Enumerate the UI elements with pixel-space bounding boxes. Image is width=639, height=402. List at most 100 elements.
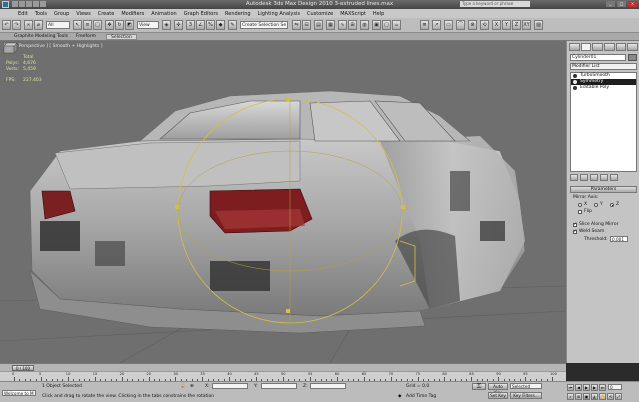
- pivot-icon[interactable]: ◈: [162, 20, 171, 30]
- object-color-swatch[interactable]: [628, 54, 637, 61]
- modifier-list-dropdown[interactable]: Modifier List: [570, 63, 637, 70]
- zoom-all-icon[interactable]: ⊞: [575, 393, 582, 400]
- menu-animation[interactable]: Animation: [151, 11, 177, 17]
- track-bar[interactable]: 0 5 10 15 20 25 30 35 40 45 50 55 60 65 70 75 80 85 90 95 10…: [0, 371, 566, 381]
- key-filters-button[interactable]: Key Filters...: [510, 392, 542, 399]
- close-button[interactable]: ×: [628, 1, 637, 7]
- align-icon[interactable]: ⊟: [302, 20, 311, 30]
- spinner-snap-icon[interactable]: ◆: [216, 20, 225, 30]
- snap-icon[interactable]: 3: [186, 20, 195, 30]
- auto-key-button[interactable]: Auto Key: [488, 383, 508, 395]
- create-tab-icon[interactable]: [569, 43, 580, 51]
- perspective-viewport[interactable]: [ + ] [ Perspective ] [ Smooth + Highlig…: [0, 41, 566, 363]
- z-coordinate-field[interactable]: [310, 383, 346, 389]
- axis-x-icon[interactable]: X: [492, 20, 501, 30]
- percent-snap-icon[interactable]: %: [206, 20, 215, 30]
- lightbulb-icon[interactable]: [573, 74, 577, 78]
- go-to-end-icon[interactable]: ⏭: [599, 384, 606, 391]
- axis-z-radio[interactable]: [610, 203, 614, 207]
- time-tag-icon[interactable]: ◆: [398, 394, 401, 399]
- set-key-button[interactable]: Set Key: [488, 392, 508, 399]
- coord-mode-icon[interactable]: ⊕: [190, 384, 194, 389]
- schematic-icon[interactable]: ⊞: [348, 20, 357, 30]
- slice-along-mirror-checkbox[interactable]: [573, 222, 577, 227]
- flip-checkbox[interactable]: [578, 210, 582, 214]
- maxscript-listener[interactable]: Welcome to M: [2, 390, 36, 396]
- make-unique-icon[interactable]: [590, 174, 598, 181]
- object-name-field[interactable]: Cylinder01: [570, 54, 626, 61]
- graphite-icon[interactable]: ▦: [326, 20, 335, 30]
- menu-group[interactable]: Group: [54, 11, 69, 17]
- rotate-view-icon[interactable]: ⟲: [480, 20, 489, 30]
- link-icon[interactable]: ∞: [24, 20, 33, 30]
- play-icon[interactable]: ▶: [583, 384, 590, 391]
- orbit-icon[interactable]: ⟲: [607, 393, 614, 400]
- search-field[interactable]: Type a keyword or phrase: [460, 1, 530, 7]
- parameters-rollout-header[interactable]: Parameters: [570, 186, 637, 193]
- select-by-name-icon[interactable]: ≡: [83, 20, 92, 30]
- show-end-result-icon[interactable]: [580, 174, 588, 181]
- material-editor-icon[interactable]: ◍: [360, 20, 369, 30]
- select-manipulate-icon[interactable]: ✣: [174, 20, 183, 30]
- tab-freeform[interactable]: Freeform: [72, 34, 100, 40]
- named-selection-icon[interactable]: ✎: [228, 20, 237, 30]
- threshold-spinner[interactable]: 0.001: [610, 236, 628, 242]
- layer-icon[interactable]: ▤: [314, 20, 323, 30]
- previous-frame-icon[interactable]: ◀: [575, 384, 582, 391]
- twist-icon[interactable]: ⊗: [468, 20, 477, 30]
- keyframe-icon[interactable]: ↗: [432, 20, 441, 30]
- motion-tab-icon[interactable]: [604, 43, 615, 51]
- curve-editor-icon[interactable]: ∿: [338, 20, 347, 30]
- display-tab-icon[interactable]: [615, 43, 627, 51]
- pin-stack-icon[interactable]: [570, 174, 578, 181]
- configure-modifier-sets-icon[interactable]: [610, 174, 618, 181]
- axis-z-icon[interactable]: Z: [512, 20, 521, 30]
- menu-customize[interactable]: Customize: [307, 11, 333, 17]
- named-selection-sets-dropdown[interactable]: Create Selection Se: [240, 21, 288, 29]
- stack-item-editable-poly[interactable]: Editable Poly: [571, 85, 636, 91]
- add-time-tag[interactable]: Add Time Tag: [406, 394, 436, 399]
- selection-filter-dropdown[interactable]: All: [46, 21, 70, 29]
- modify-tab-icon[interactable]: [580, 43, 592, 51]
- unlink-icon[interactable]: ⌀: [34, 20, 43, 30]
- reference-coordinate-dropdown[interactable]: View: [137, 21, 159, 29]
- constraint-icon[interactable]: ▨: [534, 20, 543, 30]
- axis-x-radio[interactable]: [578, 203, 582, 207]
- undo-icon[interactable]: ↶: [2, 20, 11, 30]
- menu-maxscript[interactable]: MAXScript: [340, 11, 366, 17]
- menu-graph-editors[interactable]: Graph Editors: [184, 11, 218, 17]
- tab-graphite-modeling-tools[interactable]: Graphite Modeling Tools: [10, 34, 72, 40]
- viewcube-icon[interactable]: [0, 41, 20, 55]
- maximize-viewport-icon[interactable]: ⤢: [615, 393, 622, 400]
- weld-seam-checkbox[interactable]: [573, 229, 577, 234]
- menu-modifiers[interactable]: Modifiers: [121, 11, 144, 17]
- current-frame-field[interactable]: 0: [608, 384, 622, 390]
- menu-edit[interactable]: Edit: [18, 11, 28, 17]
- zoom-extents-icon[interactable]: ▣: [583, 393, 590, 400]
- tab-selection[interactable]: Selection: [106, 34, 137, 40]
- y-coordinate-field[interactable]: [261, 383, 297, 389]
- minimize-button[interactable]: _: [606, 1, 615, 7]
- hierarchy-tab-icon[interactable]: [592, 43, 604, 51]
- next-frame-icon[interactable]: ▶: [591, 384, 598, 391]
- utilities-tab-icon[interactable]: [627, 43, 639, 51]
- render-frame-icon[interactable]: ▢: [382, 20, 391, 30]
- menu-help[interactable]: Help: [373, 11, 384, 17]
- scale-icon[interactable]: ◩: [125, 20, 134, 30]
- redo-icon[interactable]: ↷: [12, 20, 21, 30]
- axis-y-radio[interactable]: [594, 203, 598, 207]
- axis-xy-icon[interactable]: XY: [522, 20, 531, 30]
- box-icon[interactable]: ▭: [444, 20, 453, 30]
- key-icon[interactable]: ⚿: [472, 383, 486, 390]
- angle-snap-icon[interactable]: ∠: [196, 20, 205, 30]
- lightbulb-icon[interactable]: [573, 80, 577, 84]
- remove-modifier-icon[interactable]: [600, 174, 608, 181]
- menu-rendering[interactable]: Rendering: [225, 11, 251, 17]
- bend-icon[interactable]: ⌒: [456, 20, 465, 30]
- rect-select-icon[interactable]: □: [93, 20, 102, 30]
- menu-views[interactable]: Views: [76, 11, 90, 17]
- key-set-dropdown[interactable]: Selected: [510, 383, 542, 389]
- lightbulb-icon[interactable]: [573, 86, 577, 90]
- mirror-icon[interactable]: ⇋: [292, 20, 301, 30]
- axis-y-icon[interactable]: Y: [502, 20, 511, 30]
